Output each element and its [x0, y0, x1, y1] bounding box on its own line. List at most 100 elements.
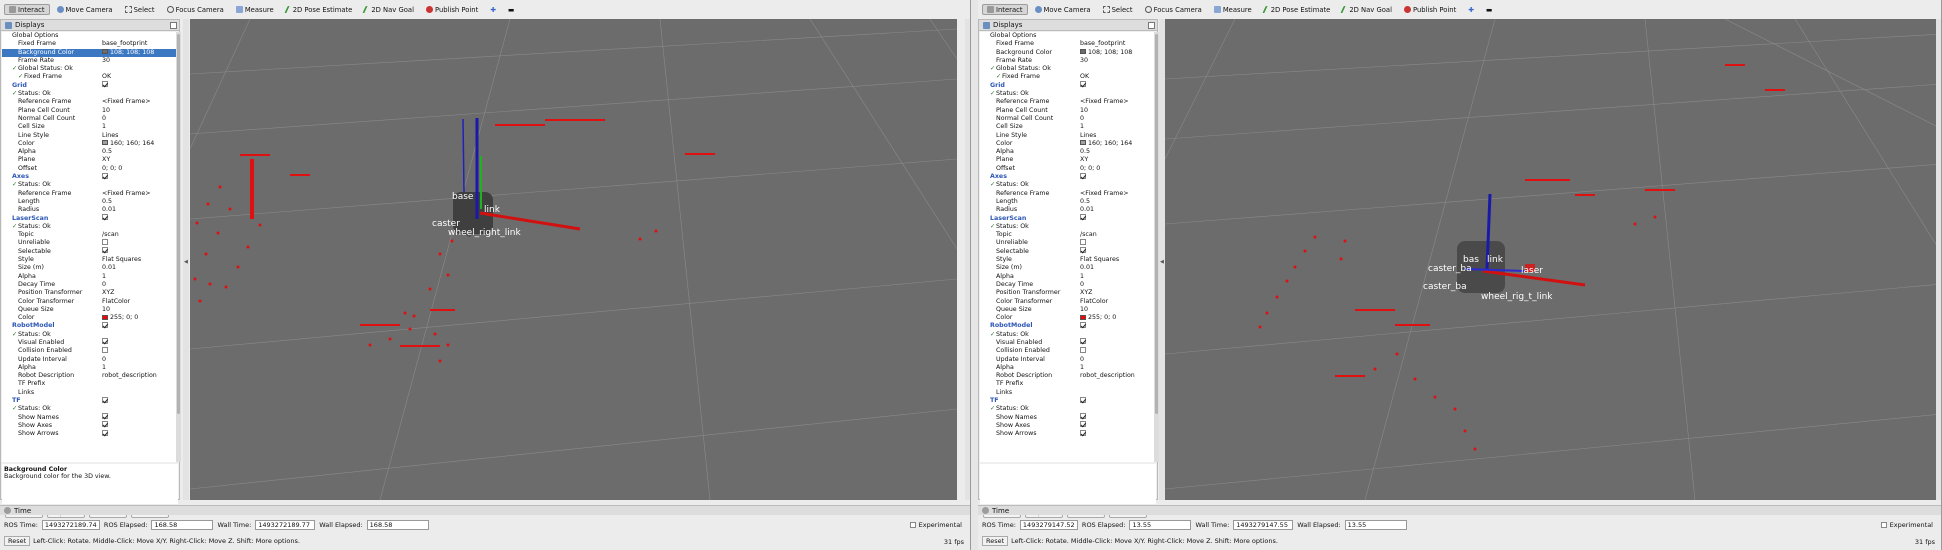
property-value[interactable]: 10: [1080, 306, 1088, 314]
property-value[interactable]: 10: [102, 107, 110, 115]
3d-view[interactable]: base link caster wheel_right_link: [190, 19, 957, 500]
wall-time-field[interactable]: 1493279147.55: [1233, 520, 1294, 530]
property-value[interactable]: [102, 172, 108, 181]
property-value[interactable]: 108; 108; 108: [102, 49, 154, 57]
property-row[interactable]: Position Transformer XYZ: [980, 289, 1154, 297]
property-value[interactable]: [1080, 321, 1086, 330]
property-checkbox[interactable]: [1080, 81, 1086, 88]
focus-camera-tool[interactable]: Focus Camera: [162, 4, 229, 15]
property-value[interactable]: [102, 214, 108, 223]
property-value[interactable]: [102, 321, 108, 330]
property-row[interactable]: Alpha 1: [2, 364, 176, 372]
property-row[interactable]: Reference Frame <Fixed Frame>: [2, 190, 176, 198]
display-item[interactable]: Axes: [980, 172, 1154, 181]
property-value[interactable]: 0.5: [102, 148, 112, 156]
property-row[interactable]: Alpha 0.5: [2, 148, 176, 156]
property-row[interactable]: Selectable: [2, 247, 176, 256]
panel-splitter[interactable]: ◀: [183, 19, 189, 500]
property-checkbox[interactable]: [1080, 346, 1086, 353]
property-row[interactable]: Show Names: [2, 413, 176, 422]
property-row[interactable]: Color Transformer FlatColor: [980, 298, 1154, 306]
property-value[interactable]: 0: [102, 281, 106, 289]
property-value[interactable]: [1080, 396, 1086, 405]
property-row[interactable]: Collision Enabled: [980, 346, 1154, 355]
display-item[interactable]: Grid: [2, 81, 176, 90]
experimental-option[interactable]: Experimental: [909, 521, 962, 529]
property-checkbox[interactable]: [1080, 247, 1086, 254]
property-value[interactable]: [102, 81, 108, 90]
property-row[interactable]: ✓ Global Status: Ok: [2, 65, 176, 73]
property-row[interactable]: Frame Rate 30: [2, 57, 176, 65]
property-row[interactable]: Global Options: [980, 32, 1154, 40]
property-row[interactable]: Robot Description robot_description: [2, 372, 176, 380]
property-row[interactable]: Collision Enabled: [2, 346, 176, 355]
property-checkbox[interactable]: [1080, 421, 1086, 428]
property-row[interactable]: Topic/scan: [2, 231, 176, 239]
property-row[interactable]: ✓ Status: Ok: [980, 181, 1154, 189]
interact-tool[interactable]: Interact: [982, 4, 1028, 15]
ros-elapsed-field[interactable]: 13.55: [1129, 520, 1192, 530]
property-value[interactable]: Flat Squares: [1080, 256, 1119, 264]
property-value[interactable]: 1: [1080, 123, 1084, 131]
ros-time-field[interactable]: 1493272189.74: [41, 520, 100, 530]
property-row[interactable]: Unreliable: [2, 238, 176, 247]
property-checkbox[interactable]: [1080, 396, 1086, 403]
property-row[interactable]: Size (m) 0.01: [2, 264, 176, 272]
property-row[interactable]: Queue Size 10: [2, 306, 176, 314]
property-row[interactable]: Radius 0.01: [2, 206, 176, 214]
property-row[interactable]: ✓ Status: Ok: [980, 223, 1154, 231]
property-value[interactable]: robot_description: [1080, 372, 1135, 380]
property-row[interactable]: Plane XY: [980, 156, 1154, 164]
property-value[interactable]: FlatColor: [102, 298, 130, 306]
property-value[interactable]: 160; 160; 164: [1080, 140, 1132, 148]
right-splitter[interactable]: [965, 19, 970, 500]
property-row[interactable]: Normal Cell Count 0: [2, 115, 176, 123]
interact-tool[interactable]: Interact: [4, 4, 50, 15]
focus-camera-tool[interactable]: Focus Camera: [1140, 4, 1207, 15]
select-tool[interactable]: Select: [1098, 4, 1138, 15]
property-row[interactable]: Decay Time 0: [980, 281, 1154, 289]
experimental-option[interactable]: Experimental: [1880, 521, 1933, 529]
measure-tool[interactable]: Measure: [1209, 4, 1257, 15]
property-value[interactable]: 0: [1080, 281, 1084, 289]
property-row[interactable]: Plane XY: [2, 156, 176, 164]
wall-elapsed-field[interactable]: 13.55: [1344, 520, 1407, 530]
property-row[interactable]: ✓ Status: Ok: [2, 405, 176, 413]
property-checkbox[interactable]: [1080, 238, 1086, 245]
property-checkbox[interactable]: [102, 247, 108, 254]
property-value[interactable]: base_footprint: [1080, 40, 1125, 48]
display-item[interactable]: RobotModel: [980, 321, 1154, 330]
display-item[interactable]: LaserScan: [2, 214, 176, 223]
property-row[interactable]: TF Prefix: [980, 380, 1154, 388]
property-value[interactable]: Flat Squares: [102, 256, 141, 264]
nav-goal-tool[interactable]: 2D Nav Goal: [1337, 4, 1397, 15]
property-row[interactable]: Reference Frame <Fixed Frame>: [980, 98, 1154, 106]
publish-point-tool[interactable]: Publish Point: [1399, 4, 1461, 15]
property-value[interactable]: base_footprint: [102, 40, 147, 48]
property-row[interactable]: Links: [2, 389, 176, 397]
property-row[interactable]: Cell Size 1: [980, 123, 1154, 131]
property-row[interactable]: Background Color 108; 108; 108: [2, 48, 176, 57]
property-value[interactable]: [102, 396, 108, 405]
property-value[interactable]: 0.5: [1080, 148, 1090, 156]
property-checkbox[interactable]: [102, 81, 108, 88]
property-row[interactable]: Global Options: [2, 32, 176, 40]
property-row[interactable]: Links: [980, 389, 1154, 397]
property-row[interactable]: Line Style Lines: [980, 132, 1154, 140]
property-row[interactable]: Fixed Frame base_footprint: [2, 40, 176, 48]
property-row[interactable]: Alpha 0.5: [980, 148, 1154, 156]
property-value[interactable]: FlatColor: [1080, 298, 1108, 306]
property-value[interactable]: XYZ: [102, 289, 114, 297]
property-row[interactable]: Alpha 1: [980, 364, 1154, 372]
property-value[interactable]: Lines: [102, 132, 118, 140]
property-row[interactable]: ✓ Status: Ok: [2, 223, 176, 231]
property-row[interactable]: Update Interval 0: [2, 356, 176, 364]
property-row[interactable]: ✓ Status: Ok: [980, 405, 1154, 413]
property-checkbox[interactable]: [102, 396, 108, 403]
property-row[interactable]: Plane Cell Count 10: [980, 107, 1154, 115]
property-value[interactable]: 0.01: [1080, 264, 1094, 272]
wall-time-field[interactable]: 1493272189.77: [255, 520, 316, 530]
measure-tool[interactable]: Measure: [231, 4, 279, 15]
property-value[interactable]: [1080, 172, 1086, 181]
property-value[interactable]: 30: [102, 57, 110, 65]
